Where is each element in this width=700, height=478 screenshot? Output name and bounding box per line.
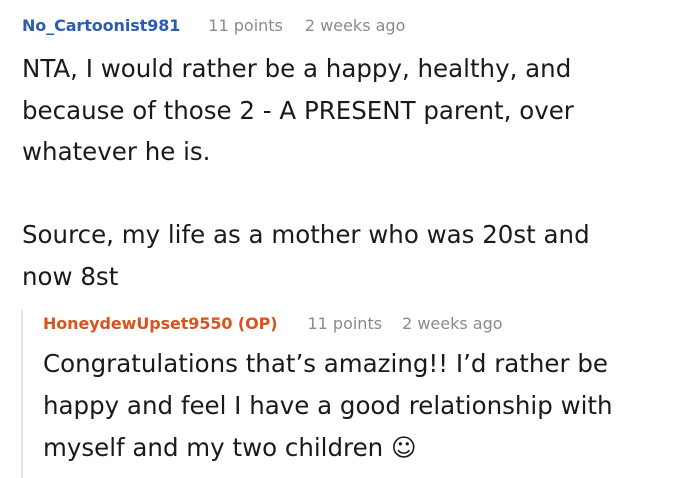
reply-points: 11 points [307,314,383,333]
comment-author-link[interactable]: No_Cartoonist981 [22,16,180,35]
reply-body: Congratulations that’s amazing!! I’d rat… [43,349,613,462]
comment-meta: No_Cartoonist981 11 points 2 weeks ago [22,16,682,44]
comment: No_Cartoonist981 11 points 2 weeks ago N… [22,16,682,297]
comment-points: 11 points [208,16,283,35]
comment-timestamp: 2 weeks ago [304,16,406,35]
reply-meta: HoneydewUpset9550 (OP) 11 points 2 weeks… [43,314,683,342]
reply-comment: HoneydewUpset9550 (OP) 11 points 2 weeks… [43,314,683,469]
reply-author-link[interactable]: HoneydewUpset9550 (OP) [43,314,278,333]
comment-body: NTA, I would rather be a happy, healthy,… [22,54,590,291]
thread-line[interactable] [21,310,23,478]
reply-timestamp: 2 weeks ago [402,314,503,333]
reply-thread: HoneydewUpset9550 (OP) 11 points 2 weeks… [21,310,691,478]
